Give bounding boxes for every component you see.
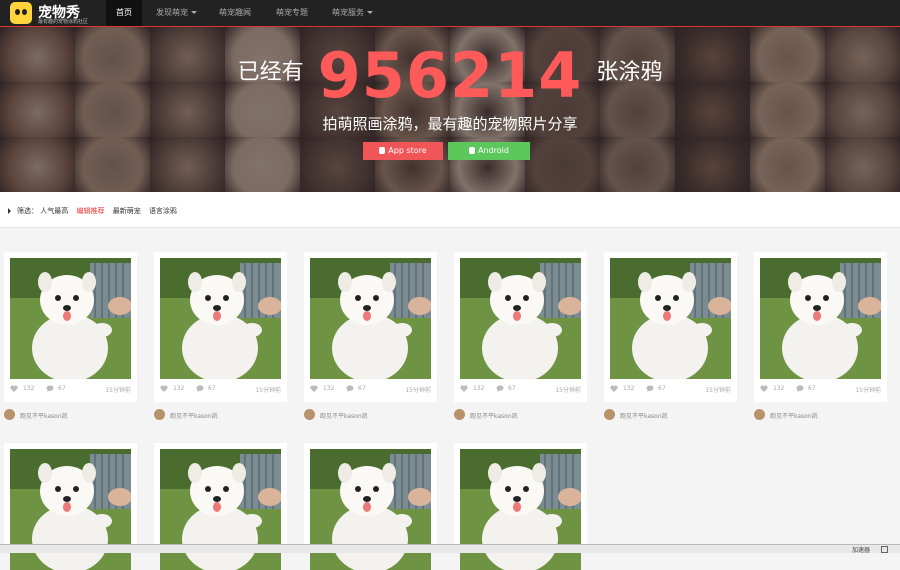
pet-photo[interactable]: [610, 258, 731, 379]
filter-label: 筛选：: [17, 207, 38, 215]
photo-card[interactable]: 132 67 15分钟前: [754, 252, 887, 402]
post-time: 15分钟前: [855, 387, 881, 394]
heart-icon[interactable]: [760, 385, 768, 392]
heart-icon[interactable]: [160, 385, 168, 392]
post-time: 15分钟前: [555, 387, 581, 394]
photo-card[interactable]: 132 67 15分钟前: [154, 252, 287, 402]
photo-card[interactable]: [154, 443, 287, 570]
filter-editor-pick[interactable]: 编辑推荐: [76, 207, 104, 215]
photo-card[interactable]: [304, 443, 437, 570]
author-name[interactable]: 跑见不平kason凯: [770, 411, 818, 420]
apple-icon: [379, 147, 386, 154]
hero-slogan: 拍萌照画涂鸦，最有趣的宠物照片分享: [322, 115, 578, 133]
like-count: 132: [323, 385, 335, 392]
chevron-down-icon: [367, 11, 373, 14]
filter-bar: 筛选： 人气最高 编辑推荐 最新萌宠 语言涂鸦: [0, 192, 900, 228]
counter-number: 956214: [317, 39, 583, 112]
author-name[interactable]: 跑见不平kason凯: [470, 411, 518, 420]
filter-voice-doodle[interactable]: 语言涂鸦: [149, 207, 177, 215]
nav-services[interactable]: 萌宠服务: [322, 0, 383, 26]
avatar[interactable]: [4, 409, 15, 420]
like-count: 132: [773, 385, 785, 392]
post-time: 15分钟前: [705, 387, 731, 394]
author-name[interactable]: 跑见不平kason凯: [320, 411, 368, 420]
app-tagline: 最有趣的宠物涂鸦社区: [38, 19, 89, 25]
author-name[interactable]: 跑见不平kason凯: [620, 411, 668, 420]
counter-suffix: 张涂鸦: [596, 60, 663, 85]
comment-count: 67: [508, 385, 516, 392]
comment-icon[interactable]: [196, 385, 204, 392]
avatar[interactable]: [754, 409, 765, 420]
heart-icon[interactable]: [610, 385, 618, 392]
pet-photo[interactable]: [460, 258, 581, 379]
filter-popular[interactable]: 人气最高: [40, 207, 68, 215]
comment-count: 67: [658, 385, 666, 392]
like-count: 132: [623, 385, 635, 392]
top-nav: 宠物秀 最有趣的宠物涂鸦社区 首页 发现萌宠 萌宠趣闻 萌宠专题 萌宠服务: [0, 0, 900, 27]
comment-count: 67: [358, 385, 366, 392]
photo-card[interactable]: 132 67 15分钟前: [604, 252, 737, 402]
like-count: 132: [173, 385, 185, 392]
filter-newest[interactable]: 最新萌宠: [113, 207, 141, 215]
comment-count: 67: [808, 385, 816, 392]
comment-icon[interactable]: [496, 385, 504, 392]
photo-card[interactable]: [454, 443, 587, 570]
nav-news[interactable]: 萌宠趣闻: [209, 0, 261, 26]
android-button[interactable]: Android: [448, 142, 530, 160]
comment-count: 67: [58, 385, 66, 392]
triangle-right-icon: [8, 208, 11, 214]
counter-prefix: 已经有: [237, 60, 304, 85]
like-count: 132: [473, 385, 485, 392]
like-count: 132: [23, 385, 35, 392]
nav-topics[interactable]: 萌宠专题: [266, 0, 318, 26]
comment-icon[interactable]: [346, 385, 354, 392]
post-time: 15分钟前: [255, 387, 281, 394]
chevron-down-icon: [191, 11, 197, 14]
photo-card[interactable]: [4, 443, 137, 570]
heart-icon[interactable]: [460, 385, 468, 392]
avatar[interactable]: [604, 409, 615, 420]
pet-photo[interactable]: [10, 258, 131, 379]
heart-icon[interactable]: [10, 385, 18, 392]
avatar[interactable]: [454, 409, 465, 420]
photo-card[interactable]: 132 67 15分钟前: [4, 252, 137, 402]
author-name[interactable]: 跑见不平kason凯: [20, 411, 68, 420]
post-time: 15分钟前: [105, 387, 131, 394]
post-time: 15分钟前: [405, 387, 431, 394]
app-logo-icon[interactable]: [10, 2, 32, 24]
comment-icon[interactable]: [46, 385, 54, 392]
photo-card[interactable]: 132 67 15分钟前: [454, 252, 587, 402]
author-name[interactable]: 跑见不平kason凯: [170, 411, 218, 420]
hero-banner: 已经有 956214 张涂鸦 拍萌照画涂鸦，最有趣的宠物照片分享 App store…: [0, 27, 900, 192]
nav-discover[interactable]: 发现萌宠: [146, 0, 207, 26]
comment-icon[interactable]: [796, 385, 804, 392]
android-icon: [469, 147, 476, 154]
heart-icon[interactable]: [310, 385, 318, 392]
pet-photo[interactable]: [310, 258, 431, 379]
pet-photo[interactable]: [160, 258, 281, 379]
appstore-button[interactable]: App store: [363, 142, 443, 160]
photo-card[interactable]: 132 67 15分钟前: [304, 252, 437, 402]
comment-count: 67: [208, 385, 216, 392]
doodle-counter: 已经有 956214 张涂鸦: [0, 39, 900, 112]
avatar[interactable]: [154, 409, 165, 420]
pet-photo[interactable]: [760, 258, 881, 379]
comment-icon[interactable]: [646, 385, 654, 392]
accelerator-label[interactable]: 加速器: [852, 545, 870, 554]
nav-home[interactable]: 首页: [106, 0, 142, 26]
avatar[interactable]: [304, 409, 315, 420]
